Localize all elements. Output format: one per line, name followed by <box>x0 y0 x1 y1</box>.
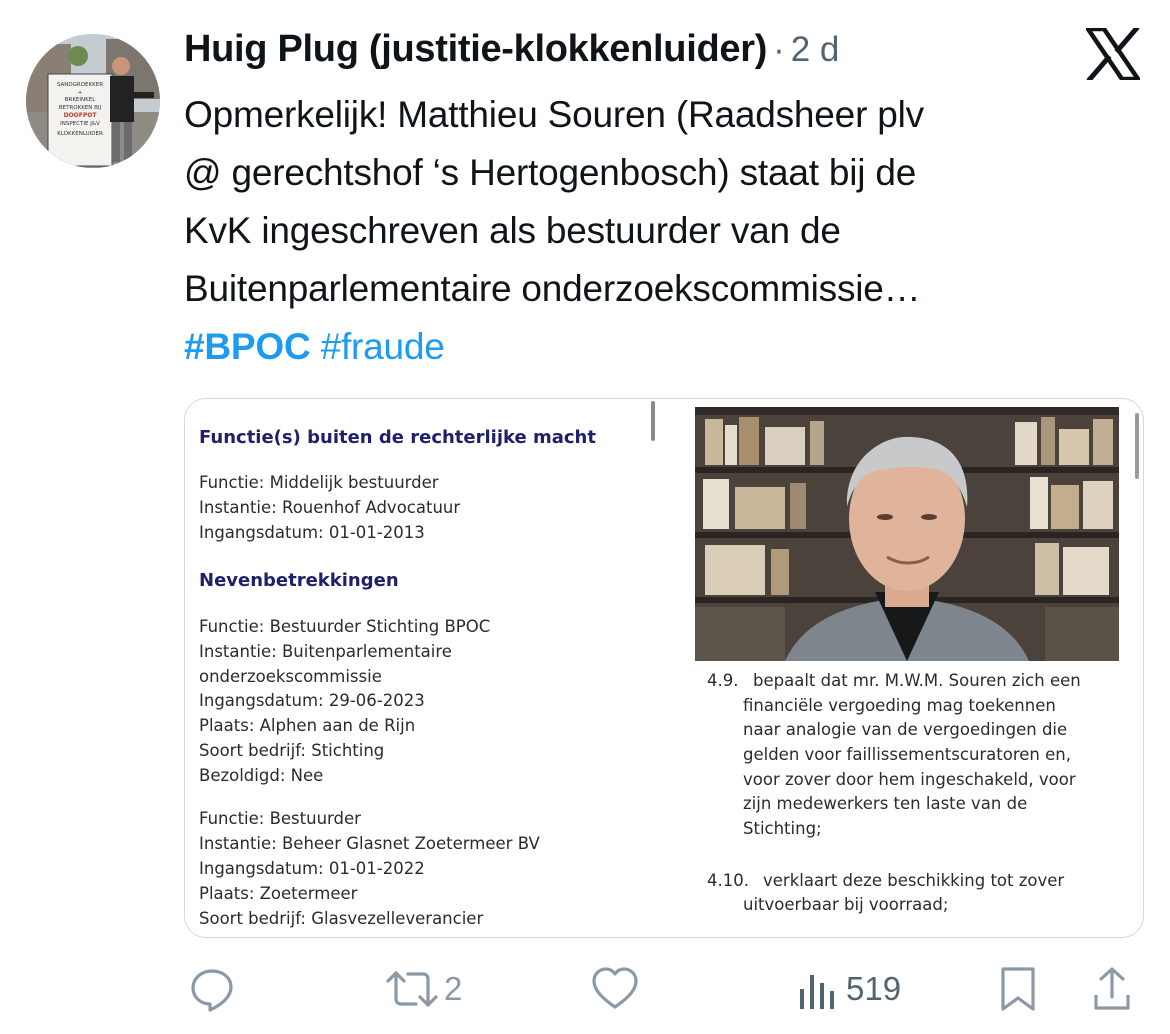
like-button[interactable] <box>590 960 646 1018</box>
doc-row: Soort bedrijf: Glasvezelleverancier <box>199 909 484 928</box>
tweet-body: Opmerkelijk! Matthieu Souren (Raadsheer … <box>184 86 1134 376</box>
avatar-sign-line: BRKEINKEL <box>65 97 96 103</box>
doc-row: Ingangsdatum: 01-01-2022 <box>199 859 425 878</box>
share-button[interactable] <box>1092 960 1132 1018</box>
analytics-icon <box>800 975 834 1009</box>
ruling-line: uitvoerbaar bij voorraad; <box>743 895 949 914</box>
retweet-button[interactable]: 2 <box>386 960 462 1018</box>
x-logo-icon[interactable] <box>1086 28 1140 80</box>
kvk-document-excerpt: Functie(s) buiten de rechterlijke macht … <box>185 399 655 937</box>
tweet-text-line: Buitenparlementaire onderzoekscommissie… <box>184 268 921 309</box>
portrait-photo <box>695 407 1119 661</box>
tweet-header: Huig Plug (justitie-klokkenluider) · 2 d <box>184 28 839 80</box>
hashtag-line: #BPOC #fraude <box>184 318 1134 376</box>
tweet-text-line: KvK ingeschreven als bestuurder van de <box>184 210 841 251</box>
doc-row: Instantie: Buitenparlementaire <box>199 642 452 661</box>
ruling-item-number: 4.9. <box>707 671 739 690</box>
tweet-text-line: @ gerechtshof ‘s Hertogenbosch) staat bi… <box>184 152 917 193</box>
bookmark-icon <box>1001 967 1035 1011</box>
doc-row: Ingangsdatum: 29-06-2023 <box>199 691 425 710</box>
views-button[interactable]: 519 <box>796 960 901 1018</box>
scrollbar <box>1135 413 1139 479</box>
scrollbar <box>651 401 655 441</box>
share-icon <box>1094 967 1130 1010</box>
ruling-line: verklaart deze beschikking tot zover <box>763 871 1065 890</box>
author-name[interactable]: Huig Plug (justitie-klokkenluider) <box>184 28 767 71</box>
hashtag-fraude-link[interactable]: #fraude <box>321 326 445 367</box>
doc-row: Instantie: Rouenhof Advocatuur <box>199 498 461 517</box>
hashtag-bpoc-link[interactable]: #BPOC <box>184 326 311 367</box>
heart-icon <box>592 967 638 1009</box>
doc-heading: Nevenbetrekkingen <box>199 570 399 591</box>
tweet-action-bar: 2 519 <box>0 960 1170 1020</box>
doc-row: Bezoldigd: Nee <box>199 766 324 785</box>
ruling-line: voor zover door hem ingeschakeld, voor <box>743 770 1076 789</box>
bookmark-button[interactable] <box>998 960 1038 1018</box>
ruling-line: naar analogie van de vergoedingen die <box>743 720 1068 739</box>
tweet-text-line: Opmerkelijk! Matthieu Souren (Raadsheer … <box>184 94 924 135</box>
doc-row: onderzoekscommissie <box>199 667 382 686</box>
doc-row: Functie: Middelijk bestuurder <box>199 473 439 492</box>
author-avatar[interactable]: SANDGROEKKER + BRKEINKEL BETROKKEN BIJ D… <box>26 34 160 168</box>
avatar-sign-line: KLOKKENLUIDER <box>57 131 103 137</box>
reply-icon <box>191 969 233 1012</box>
ruling-line: bepaalt dat mr. M.W.M. Souren zich een <box>753 671 1081 690</box>
doc-row: Ingangsdatum: 01-01-2013 <box>199 523 425 542</box>
avatar-sign-line: BETROKKEN BIJ <box>59 105 102 111</box>
portrait-image <box>695 407 1119 661</box>
ruling-line: Stichting; <box>743 819 822 838</box>
doc-row: Instantie: Beheer Glasnet Zoetermeer BV <box>199 834 540 853</box>
ruling-line: zijn medewerkers ten laste van de <box>743 794 1028 813</box>
doc-row: Plaats: Alphen aan de Rijn <box>199 716 416 735</box>
doc-row: Functie: Bestuurder Stichting BPOC <box>199 617 491 636</box>
ruling-item-number: 4.10. <box>707 871 749 890</box>
avatar-sign-line: INSPECTIE J&V <box>60 121 100 127</box>
ruling-line: financiële vergoeding mag toekennen <box>743 696 1056 715</box>
tweet-media[interactable]: Functie(s) buiten de rechterlijke macht … <box>184 398 1144 938</box>
doc-heading: Functie(s) buiten de rechterlijke macht <box>199 427 596 448</box>
reply-button[interactable] <box>188 960 242 1018</box>
avatar-sign-line: DOOFPOT <box>64 112 98 119</box>
avatar-sign-line: + <box>78 90 83 96</box>
ruling-line: gelden voor faillissementscuratoren en, <box>743 745 1071 764</box>
doc-row: Soort bedrijf: Stichting <box>199 741 385 760</box>
doc-row: Plaats: Zoetermeer <box>199 884 358 903</box>
retweet-count: 2 <box>444 970 463 1007</box>
avatar-photo: SANDGROEKKER + BRKEINKEL BETROKKEN BIJ D… <box>26 34 160 168</box>
view-count: 519 <box>846 970 902 1007</box>
doc-row: Functie: Bestuurder <box>199 809 361 828</box>
retweet-icon <box>386 971 438 1007</box>
avatar-sign-line: SANDGROEKKER <box>57 82 103 88</box>
tweet-timestamp[interactable]: 2 d <box>791 30 840 70</box>
separator-dot: · <box>773 30 785 69</box>
